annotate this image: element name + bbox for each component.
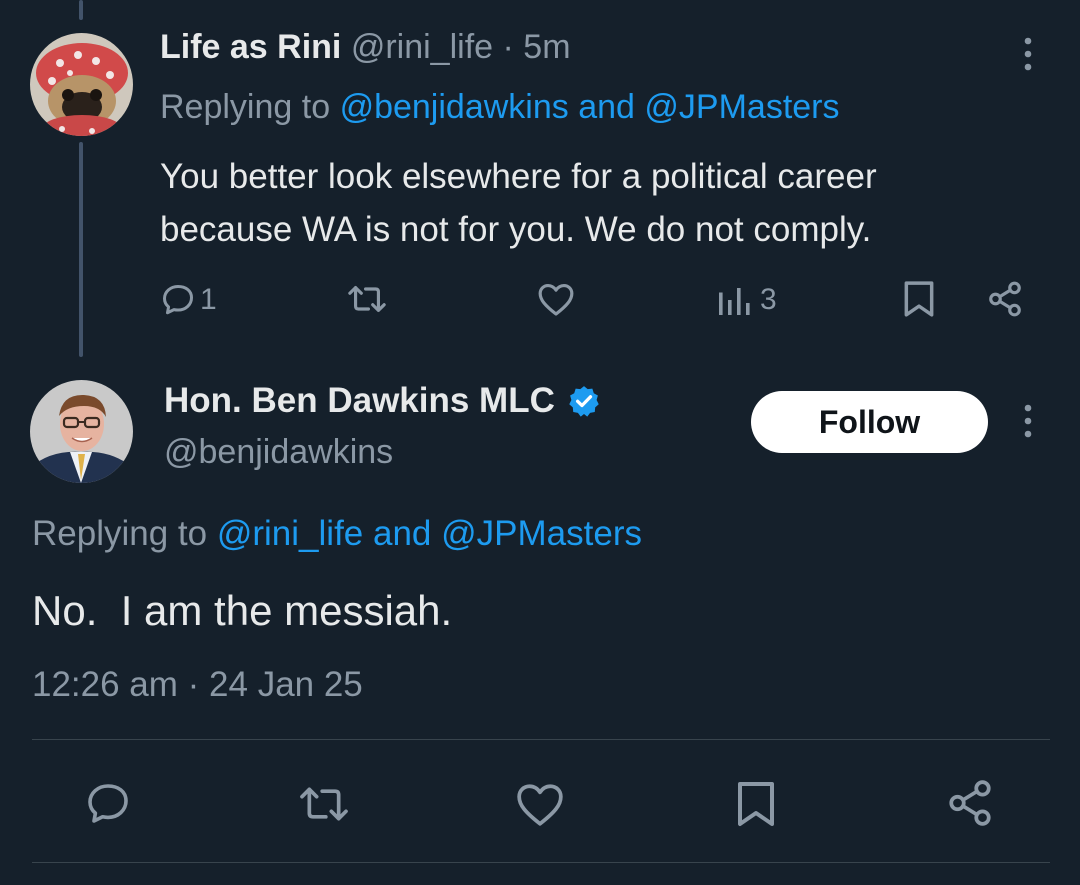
bookmark-icon — [738, 782, 774, 826]
reply-views-button[interactable]: 3 — [716, 283, 777, 317]
more-vertical-icon — [1024, 404, 1032, 438]
main-reply-button[interactable] — [84, 780, 132, 828]
pug-avatar-icon — [30, 33, 133, 136]
comment-icon — [88, 784, 128, 823]
mention-link[interactable]: @benjidawkins — [340, 88, 569, 126]
reply-count: 1 — [200, 283, 217, 316]
mention-and: and — [578, 88, 635, 126]
reply-more-options[interactable] — [1012, 36, 1044, 72]
replying-to-prefix: Replying to — [32, 514, 208, 553]
reply-bookmark-button[interactable] — [903, 280, 935, 318]
man-portrait-avatar-icon — [30, 380, 133, 483]
bottom-divider — [32, 862, 1050, 863]
mention-link[interactable]: @JPMasters — [441, 514, 642, 553]
share-icon — [989, 281, 1021, 317]
main-more-options[interactable] — [1012, 403, 1044, 439]
reply-time-separator: · — [502, 28, 514, 66]
main-tweet-timestamp[interactable]: 12:26 am · 24 Jan 25 — [32, 665, 363, 705]
thread-line — [79, 142, 83, 357]
thread-line-top — [79, 0, 83, 20]
mention-link[interactable]: @rini_life — [217, 514, 363, 553]
reply-time-ago[interactable]: 5m — [523, 28, 570, 66]
reply-text-line: because WA is not for you. We do not com… — [160, 210, 872, 249]
reply-share-button[interactable] — [986, 280, 1024, 318]
reply-reply-button[interactable]: 1 — [160, 280, 240, 320]
reply-text: You better look elsewhere for a politica… — [160, 150, 877, 256]
heart-icon — [517, 784, 563, 826]
share-icon — [949, 780, 991, 826]
reply-text-line: You better look elsewhere for a politica… — [160, 157, 877, 196]
divider — [32, 739, 1050, 740]
main-bookmark-button[interactable] — [736, 779, 776, 829]
more-vertical-icon — [1024, 37, 1032, 71]
reply-like-button[interactable] — [537, 281, 575, 317]
bookmark-icon — [904, 281, 934, 317]
retweet-icon — [348, 286, 386, 312]
main-share-button[interactable] — [945, 778, 995, 828]
reply-author-name[interactable]: Life as Rini — [160, 28, 341, 66]
main-author-avatar[interactable] — [30, 380, 133, 483]
mention-link[interactable]: @JPMasters — [644, 88, 839, 126]
heart-icon — [538, 283, 574, 316]
replying-to-prefix: Replying to — [160, 88, 331, 126]
reply-author-handle[interactable]: @rini_life — [351, 28, 493, 66]
main-tweet-text: No. I am the messiah. — [32, 587, 453, 634]
reply-replying-to: Replying to @benjidawkins and @JPMasters — [160, 88, 840, 127]
verified-badge-icon — [567, 384, 601, 418]
comment-icon — [163, 285, 193, 315]
follow-button[interactable]: Follow — [751, 391, 988, 453]
mention-and: and — [373, 514, 432, 553]
main-like-button[interactable] — [515, 781, 565, 827]
main-author-handle[interactable]: @benjidawkins — [164, 433, 393, 472]
reply-author-avatar[interactable] — [30, 33, 133, 136]
main-replying-to: Replying to @rini_life and @JPMasters — [32, 514, 642, 554]
analytics-icon — [719, 288, 750, 315]
reply-retweet-button[interactable] — [347, 281, 387, 317]
main-author-name[interactable]: Hon. Ben Dawkins MLC — [164, 381, 555, 421]
view-count: 3 — [760, 283, 777, 316]
main-retweet-button[interactable] — [296, 782, 352, 826]
retweet-icon — [300, 787, 348, 821]
